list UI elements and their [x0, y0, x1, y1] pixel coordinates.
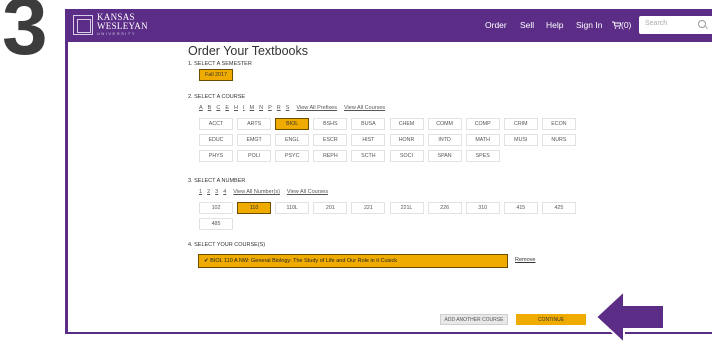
selected-course-item[interactable]: ✔ BIOL 110 A NW: General Biology: The St…	[198, 254, 508, 268]
search-icon[interactable]	[698, 20, 706, 28]
your-courses-heading: 4. SELECT YOUR COURSE(S)	[188, 242, 266, 248]
nav-sign-in[interactable]: Sign In	[576, 20, 602, 30]
letter-n[interactable]: N	[259, 105, 263, 111]
course-button-math[interactable]: MATH	[465, 134, 500, 146]
browser-frame: KANSAS WESLEYAN UNIVERSITY Order Sell He…	[65, 9, 712, 334]
number-button-226[interactable]: 226	[427, 202, 462, 214]
course-button-reph[interactable]: REPH	[313, 150, 348, 162]
number-heading: 3. SELECT A NUMBER	[188, 178, 246, 184]
add-another-course-button[interactable]: ADD ANOTHER COURSE	[440, 314, 508, 325]
nav-help[interactable]: Help	[546, 20, 563, 30]
course-button-engl[interactable]: ENGL	[275, 134, 310, 146]
course-button-busa[interactable]: BUSA	[351, 118, 386, 130]
number-button-221[interactable]: 221	[351, 202, 386, 214]
num-page-1[interactable]: 1	[199, 189, 202, 195]
letter-m[interactable]: M	[250, 105, 255, 111]
page-title: Order Your Textbooks	[188, 44, 308, 58]
letter-r[interactable]: R	[277, 105, 281, 111]
number-button-201[interactable]: 201	[313, 202, 348, 214]
letter-a[interactable]: A	[199, 105, 203, 111]
course-button-comm[interactable]: COMM	[427, 118, 462, 130]
letter-c[interactable]: C	[216, 105, 220, 111]
course-button-musi[interactable]: MUSI	[503, 134, 538, 146]
semester-heading: 1. SELECT A SEMESTER	[188, 61, 252, 67]
search-placeholder: Search	[645, 20, 668, 27]
number-page-filter: 1 2 3 4 View All Number(s) View All Courses	[199, 189, 333, 195]
course-button-biol[interactable]: BIOL	[275, 118, 310, 130]
cart-button[interactable]: (0)	[612, 20, 631, 30]
course-button-emgt[interactable]: EMGT	[237, 134, 272, 146]
remove-course-link[interactable]: Remove	[515, 257, 535, 263]
letter-e[interactable]: E	[225, 105, 229, 111]
course-button-hist[interactable]: HIST	[351, 134, 386, 146]
course-button-chem[interactable]: CHEM	[389, 118, 424, 130]
nav-order[interactable]: Order	[485, 20, 507, 30]
course-button-econ[interactable]: ECON	[541, 118, 576, 130]
num-page-2[interactable]: 2	[207, 189, 210, 195]
number-button-102[interactable]: 102	[199, 202, 233, 214]
view-all-numbers-link[interactable]: View All Number(s)	[233, 189, 280, 195]
course-button-comp[interactable]: COMP	[465, 118, 500, 130]
number-button-310[interactable]: 310	[465, 202, 500, 214]
letter-b[interactable]: B	[208, 105, 212, 111]
course-button-psyc[interactable]: PSYC	[275, 150, 310, 162]
course-button-honr[interactable]: HONR	[389, 134, 424, 146]
number-button-415[interactable]: 415	[503, 202, 538, 214]
course-button-poli[interactable]: POLI	[237, 150, 272, 162]
number-button-110[interactable]: 110	[237, 202, 272, 214]
letter-h[interactable]: H	[234, 105, 238, 111]
view-all-courses-link[interactable]: View All Courses	[344, 105, 385, 111]
pointer-arrow-icon	[594, 288, 665, 346]
course-button-phys[interactable]: PHYS	[199, 150, 233, 162]
letter-p[interactable]: P	[268, 105, 272, 111]
cart-icon	[612, 21, 622, 29]
university-logo[interactable]: KANSAS WESLEYAN UNIVERSITY	[73, 13, 148, 36]
number-button-110l[interactable]: 110L	[275, 202, 310, 214]
logo-shield-icon	[73, 14, 93, 35]
continue-button[interactable]: CONTINUE	[516, 314, 586, 325]
logo-line2: WESLEYAN	[97, 21, 148, 31]
num-page-4[interactable]: 4	[223, 189, 226, 195]
course-button-span[interactable]: SPAN	[427, 150, 462, 162]
course-button-soci[interactable]: SOCI	[389, 150, 424, 162]
semester-button[interactable]: Fall 2017	[199, 69, 233, 81]
cart-count: (0)	[621, 20, 632, 30]
course-button-intd[interactable]: INTD	[427, 134, 462, 146]
letter-i[interactable]: I	[243, 105, 245, 111]
course-button-scth[interactable]: SCTH	[351, 150, 386, 162]
course-button-spes[interactable]: SPES	[465, 150, 500, 162]
num-page-3[interactable]: 3	[215, 189, 218, 195]
course-button-acct[interactable]: ACCT	[199, 118, 233, 130]
view-all-prefixes-link[interactable]: View All Prefixes	[296, 105, 337, 111]
logo-line3: UNIVERSITY	[97, 31, 137, 36]
letter-s[interactable]: S	[286, 105, 290, 111]
number-button-485[interactable]: 485	[199, 218, 233, 230]
course-button-crim[interactable]: CRIM	[503, 118, 538, 130]
number-button-221l[interactable]: 221L	[389, 202, 424, 214]
nav-sell[interactable]: Sell	[520, 20, 534, 30]
search-input[interactable]: Search	[639, 16, 712, 34]
course-button-educ[interactable]: EDUC	[199, 134, 233, 146]
course-button-arts[interactable]: ARTS	[237, 118, 272, 130]
number-button-425[interactable]: 425	[541, 202, 576, 214]
view-all-courses-link-2[interactable]: View All Courses	[287, 189, 328, 195]
course-letter-filter: A B C E H I M N P R S View All Prefixes View All Cou…	[199, 105, 390, 111]
course-button-bshs[interactable]: BSHS	[313, 118, 348, 130]
course-button-nurs[interactable]: NURS	[541, 134, 576, 146]
step-number: 3	[2, 0, 48, 72]
course-heading: 2. SELECT A COURSE	[188, 94, 246, 100]
header-bar: KANSAS WESLEYAN UNIVERSITY Order Sell He…	[65, 9, 712, 42]
course-button-escr[interactable]: ESCR	[313, 134, 348, 146]
